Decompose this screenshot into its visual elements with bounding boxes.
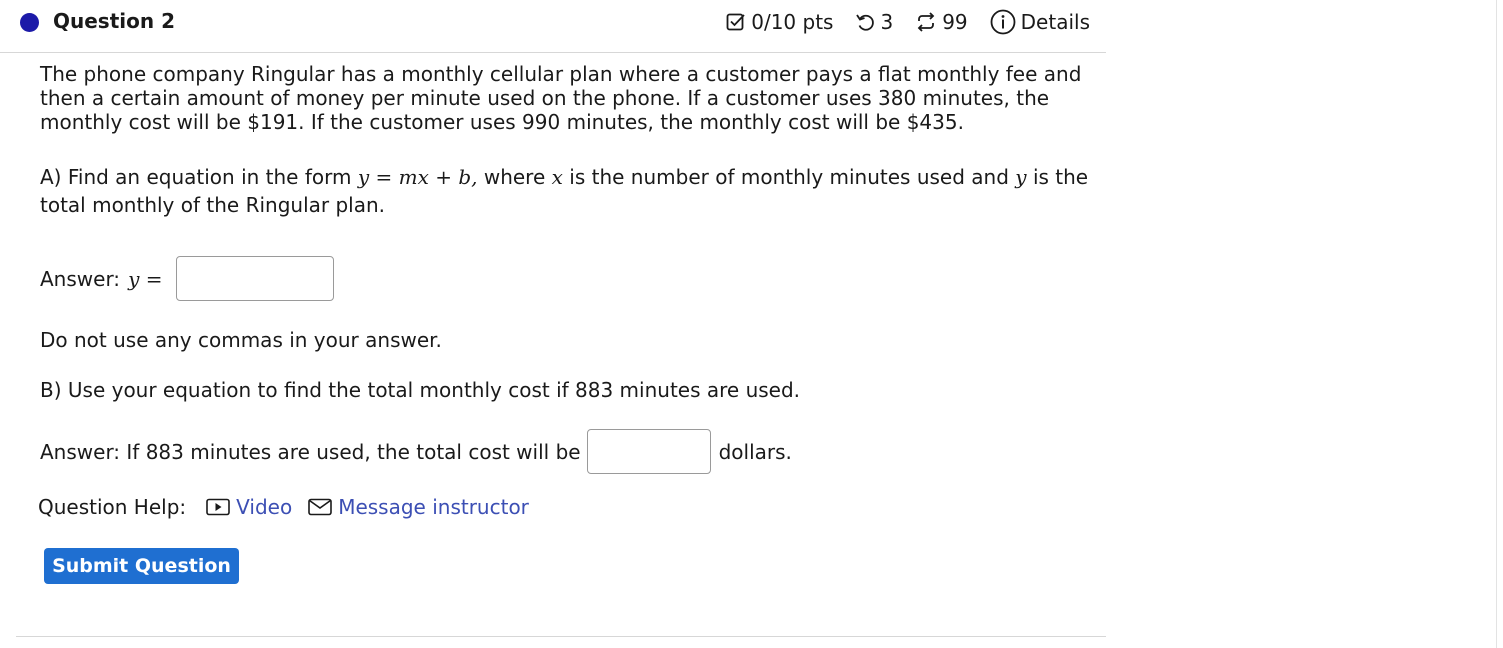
answer-a-row: Answer: y = bbox=[40, 256, 335, 301]
help-label: Question Help: bbox=[38, 495, 187, 519]
status-dot-icon bbox=[20, 13, 39, 32]
answer-a-label: Answer: bbox=[40, 266, 121, 291]
answer-b-input[interactable] bbox=[586, 429, 711, 474]
part-a-prompt: A) Find an equation in the form y = mx +… bbox=[40, 163, 1100, 219]
submit-question-button[interactable]: Submit Question bbox=[44, 548, 239, 584]
undo-icon bbox=[856, 14, 875, 31]
message-label: Message instructor bbox=[338, 495, 529, 519]
tries-count: 99 bbox=[942, 10, 968, 34]
question-intro: The phone company Ringular has a monthly… bbox=[40, 62, 1082, 134]
part-b-prompt: B) Use your equation to find the total m… bbox=[40, 378, 801, 402]
question-help: Question Help: Video Message instructor bbox=[38, 495, 529, 519]
video-label: Video bbox=[236, 495, 293, 519]
part-a-prefix: A) Find an equation in the form bbox=[40, 165, 352, 189]
comma-note: Do not use any commas in your answer. bbox=[40, 328, 442, 352]
points-indicator: 0/10 pts bbox=[726, 10, 833, 34]
answer-a-math: y = bbox=[128, 266, 163, 291]
answer-a-input[interactable] bbox=[176, 256, 335, 301]
details-label: Details bbox=[1020, 10, 1090, 34]
info-icon bbox=[990, 9, 1016, 35]
repeat-icon bbox=[917, 12, 935, 32]
attempts-indicator: 3 bbox=[855, 10, 893, 34]
bottom-divider bbox=[16, 636, 1106, 637]
part-a-where: where bbox=[483, 165, 546, 189]
envelope-icon bbox=[308, 498, 333, 516]
answer-b-prefix: Answer: If 883 minutes are used, the tot… bbox=[40, 439, 581, 464]
answer-b-row: Answer: If 883 minutes are used, the tot… bbox=[40, 429, 792, 474]
checkbox-icon bbox=[726, 13, 745, 31]
answer-b-suffix: dollars. bbox=[718, 439, 792, 464]
details-button[interactable]: Details bbox=[990, 9, 1090, 35]
message-instructor-link[interactable]: Message instructor bbox=[308, 495, 529, 519]
right-divider bbox=[1496, 0, 1497, 648]
question-title: Question 2 bbox=[53, 9, 175, 33]
tries-indicator: 99 bbox=[915, 10, 968, 34]
attempts-count: 3 bbox=[880, 10, 894, 34]
question-header: Question 2 0/10 pts 3 99 Details bbox=[0, 0, 1106, 53]
question-meta: 0/10 pts 3 99 Details bbox=[726, 9, 1090, 35]
part-a-mid: is the number of monthly minutes used an… bbox=[569, 165, 1009, 189]
video-link[interactable]: Video bbox=[206, 495, 292, 519]
equation-form: y = mx + b, bbox=[357, 165, 478, 189]
video-icon bbox=[206, 498, 230, 516]
page: Question 2 0/10 pts 3 99 Details The pho… bbox=[0, 0, 1503, 648]
points-text: 0/10 pts bbox=[751, 10, 834, 34]
variable-x: x bbox=[551, 165, 563, 189]
variable-y: y bbox=[1015, 165, 1027, 189]
